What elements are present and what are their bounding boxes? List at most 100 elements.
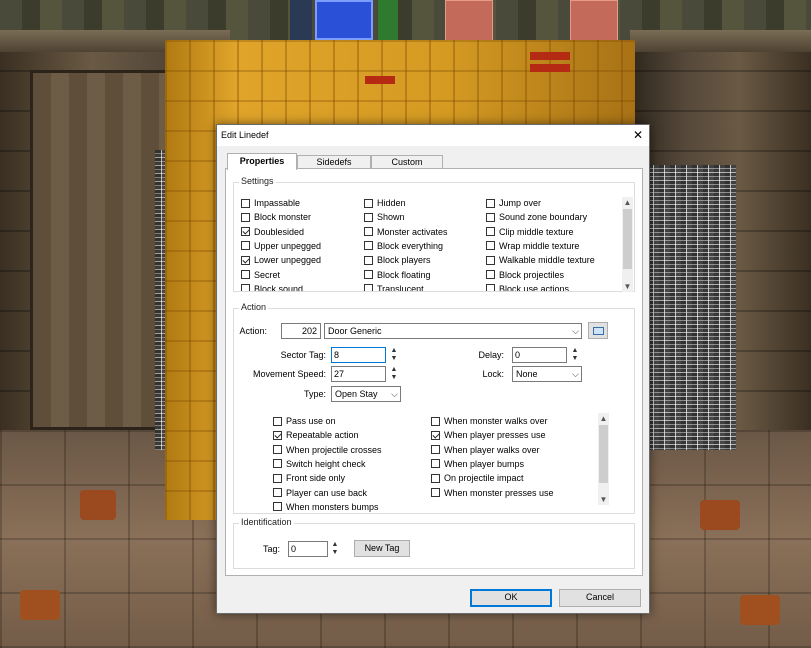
- checkbox-when-monster-presses-use[interactable]: When monster presses use: [431, 487, 554, 499]
- checkbox-when-player-bumps[interactable]: When player bumps: [431, 458, 524, 470]
- scroll-thumb[interactable]: [623, 209, 632, 269]
- checkbox-when-player-presses-use[interactable]: When player presses use: [431, 429, 546, 441]
- checkbox-on-projectile-impact[interactable]: On projectile impact: [431, 472, 524, 484]
- checkbox-clip-middle-texture[interactable]: Clip middle texture: [486, 226, 574, 238]
- tag-spinner[interactable]: ▲ ▼: [330, 541, 340, 557]
- checkbox-impassable[interactable]: Impassable: [241, 197, 300, 209]
- checkbox-repeatable-action[interactable]: Repeatable action: [273, 429, 359, 441]
- checkbox-unchecked-icon[interactable]: [273, 416, 282, 426]
- settings-group: Settings Impassable Block monster Doublesi…: [233, 176, 635, 292]
- checkbox-unchecked-icon[interactable]: [241, 270, 250, 279]
- cancel-button[interactable]: Cancel: [559, 589, 641, 607]
- checkbox-unchecked-icon[interactable]: [273, 488, 282, 497]
- checkbox-label: When monsters bumps: [286, 501, 379, 512]
- checkbox-block-use-actions[interactable]: Block use actions: [486, 283, 569, 291]
- checkbox-unchecked-icon[interactable]: [273, 459, 282, 469]
- tab-custom[interactable]: Custom: [371, 155, 443, 169]
- thing-sprite: [378, 0, 398, 40]
- checkbox-unchecked-icon[interactable]: [364, 241, 373, 251]
- action-group: Action Action: 202 Door Generic ⌵ Sector…: [233, 302, 635, 514]
- checkbox-unchecked-icon[interactable]: [364, 212, 373, 222]
- checkbox-block-floating[interactable]: Block floating: [364, 269, 431, 281]
- checkbox-unchecked-icon[interactable]: [486, 198, 495, 208]
- checkbox-label: When monster walks over: [444, 416, 548, 426]
- checkbox-label: Block players: [377, 255, 431, 266]
- checkbox-player-can-use-back[interactable]: Player can use back: [273, 487, 367, 499]
- checkbox-shown[interactable]: Shown: [364, 211, 405, 223]
- tag-input[interactable]: 0: [288, 541, 328, 557]
- checkbox-unchecked-icon[interactable]: [364, 227, 373, 237]
- checkbox-switch-height-check[interactable]: Switch height check: [273, 458, 366, 470]
- tab-sidedefs[interactable]: Sidedefs: [297, 155, 371, 169]
- checkbox-unchecked-icon[interactable]: [486, 212, 495, 222]
- checkbox-unchecked-icon[interactable]: [431, 445, 440, 455]
- checkbox-walkable-middle-texture[interactable]: Walkable middle texture: [486, 254, 595, 266]
- checkbox-when-monsters-bumps[interactable]: When monsters bumps: [273, 501, 379, 513]
- scroll-down-icon[interactable]: ▼: [598, 494, 609, 505]
- checkbox-unchecked-icon[interactable]: [431, 459, 440, 469]
- checkbox-unchecked-icon[interactable]: [241, 284, 250, 291]
- activation-scrollbar[interactable]: ▲ ▼: [598, 413, 609, 505]
- checkbox-secret[interactable]: Secret: [241, 269, 280, 281]
- checkbox-upper-unpegged[interactable]: Upper unpegged: [241, 240, 321, 252]
- checkbox-hidden[interactable]: Hidden: [364, 197, 406, 209]
- checkbox-label: Monster activates: [377, 226, 448, 237]
- scroll-up-icon[interactable]: ▲: [598, 413, 609, 424]
- tab-properties[interactable]: Properties: [227, 153, 297, 170]
- checkbox-checked-icon[interactable]: [273, 430, 282, 440]
- checkbox-unchecked-icon[interactable]: [486, 241, 495, 251]
- checkbox-unchecked-icon[interactable]: [431, 473, 440, 483]
- checkbox-unchecked-icon[interactable]: [241, 241, 250, 251]
- checkbox-checked-icon[interactable]: [241, 255, 250, 265]
- ok-button[interactable]: OK: [470, 589, 552, 607]
- checkbox-unchecked-icon[interactable]: [241, 212, 250, 222]
- checkbox-label: Impassable: [254, 198, 301, 208]
- scroll-thumb[interactable]: [599, 425, 608, 483]
- checkbox-when-monster-walks-over[interactable]: When monster walks over: [431, 415, 548, 427]
- settings-scrollbar[interactable]: ▲ ▼: [622, 197, 633, 292]
- checkbox-unchecked-icon[interactable]: [486, 255, 495, 265]
- checkbox-wrap-middle-texture[interactable]: Wrap middle texture: [486, 240, 579, 252]
- scroll-down-icon[interactable]: ▼: [622, 281, 633, 292]
- scroll-up-icon[interactable]: ▲: [622, 197, 633, 208]
- checkbox-sound-zone-boundary[interactable]: Sound zone boundary: [486, 211, 587, 223]
- checkbox-unchecked-icon[interactable]: [486, 227, 495, 237]
- list-icon: [593, 327, 604, 335]
- checkbox-monster-activates[interactable]: Monster activates: [364, 226, 448, 238]
- checkbox-unchecked-icon[interactable]: [486, 284, 495, 291]
- checkbox-lower-unpegged[interactable]: Lower unpegged: [241, 254, 321, 266]
- checkbox-when-projectile-crosses[interactable]: When projectile crosses: [273, 444, 382, 456]
- checkbox-label: When player bumps: [444, 458, 525, 469]
- checkbox-checked-icon[interactable]: [241, 227, 250, 237]
- identification-group: Identification Tag: 0 ▲ ▼ New Tag: [233, 517, 635, 569]
- checkbox-unchecked-icon[interactable]: [241, 198, 250, 208]
- checkbox-block-players[interactable]: Block players: [364, 254, 431, 266]
- checkbox-jump-over[interactable]: Jump over: [486, 197, 541, 209]
- activation-list: Pass use on Repeatable action When project…: [234, 309, 594, 513]
- checkbox-block-monster[interactable]: Block monster: [241, 211, 311, 223]
- close-icon[interactable]: ✕: [631, 127, 645, 143]
- checkbox-block-everything[interactable]: Block everything: [364, 240, 443, 252]
- checkbox-label: Repeatable action: [286, 430, 359, 441]
- checkbox-unchecked-icon[interactable]: [486, 270, 495, 279]
- checkbox-unchecked-icon[interactable]: [364, 255, 373, 265]
- checkbox-when-player-walks-over[interactable]: When player walks over: [431, 444, 540, 456]
- edit-linedef-dialog: Edit Linedef ✕ Properties Sidedefs Custo…: [216, 124, 650, 614]
- checkbox-checked-icon[interactable]: [431, 430, 440, 440]
- checkbox-pass-use-on[interactable]: Pass use on: [273, 415, 336, 427]
- checkbox-unchecked-icon[interactable]: [273, 473, 282, 483]
- checkbox-front-side-only[interactable]: Front side only: [273, 472, 345, 484]
- checkbox-unchecked-icon[interactable]: [273, 502, 282, 512]
- checkbox-doublesided[interactable]: Doublesided: [241, 226, 304, 238]
- thing-sprite: [445, 0, 493, 42]
- checkbox-block-projectiles[interactable]: Block projectiles: [486, 269, 564, 281]
- checkbox-unchecked-icon[interactable]: [364, 198, 373, 208]
- checkbox-translucent[interactable]: Translucent: [364, 283, 424, 291]
- checkbox-unchecked-icon[interactable]: [431, 416, 440, 426]
- checkbox-block-sound[interactable]: Block sound: [241, 283, 303, 291]
- checkbox-unchecked-icon[interactable]: [364, 284, 373, 291]
- checkbox-unchecked-icon[interactable]: [431, 488, 440, 497]
- new-tag-button[interactable]: New Tag: [354, 540, 410, 557]
- checkbox-unchecked-icon[interactable]: [273, 445, 282, 455]
- checkbox-unchecked-icon[interactable]: [364, 270, 373, 279]
